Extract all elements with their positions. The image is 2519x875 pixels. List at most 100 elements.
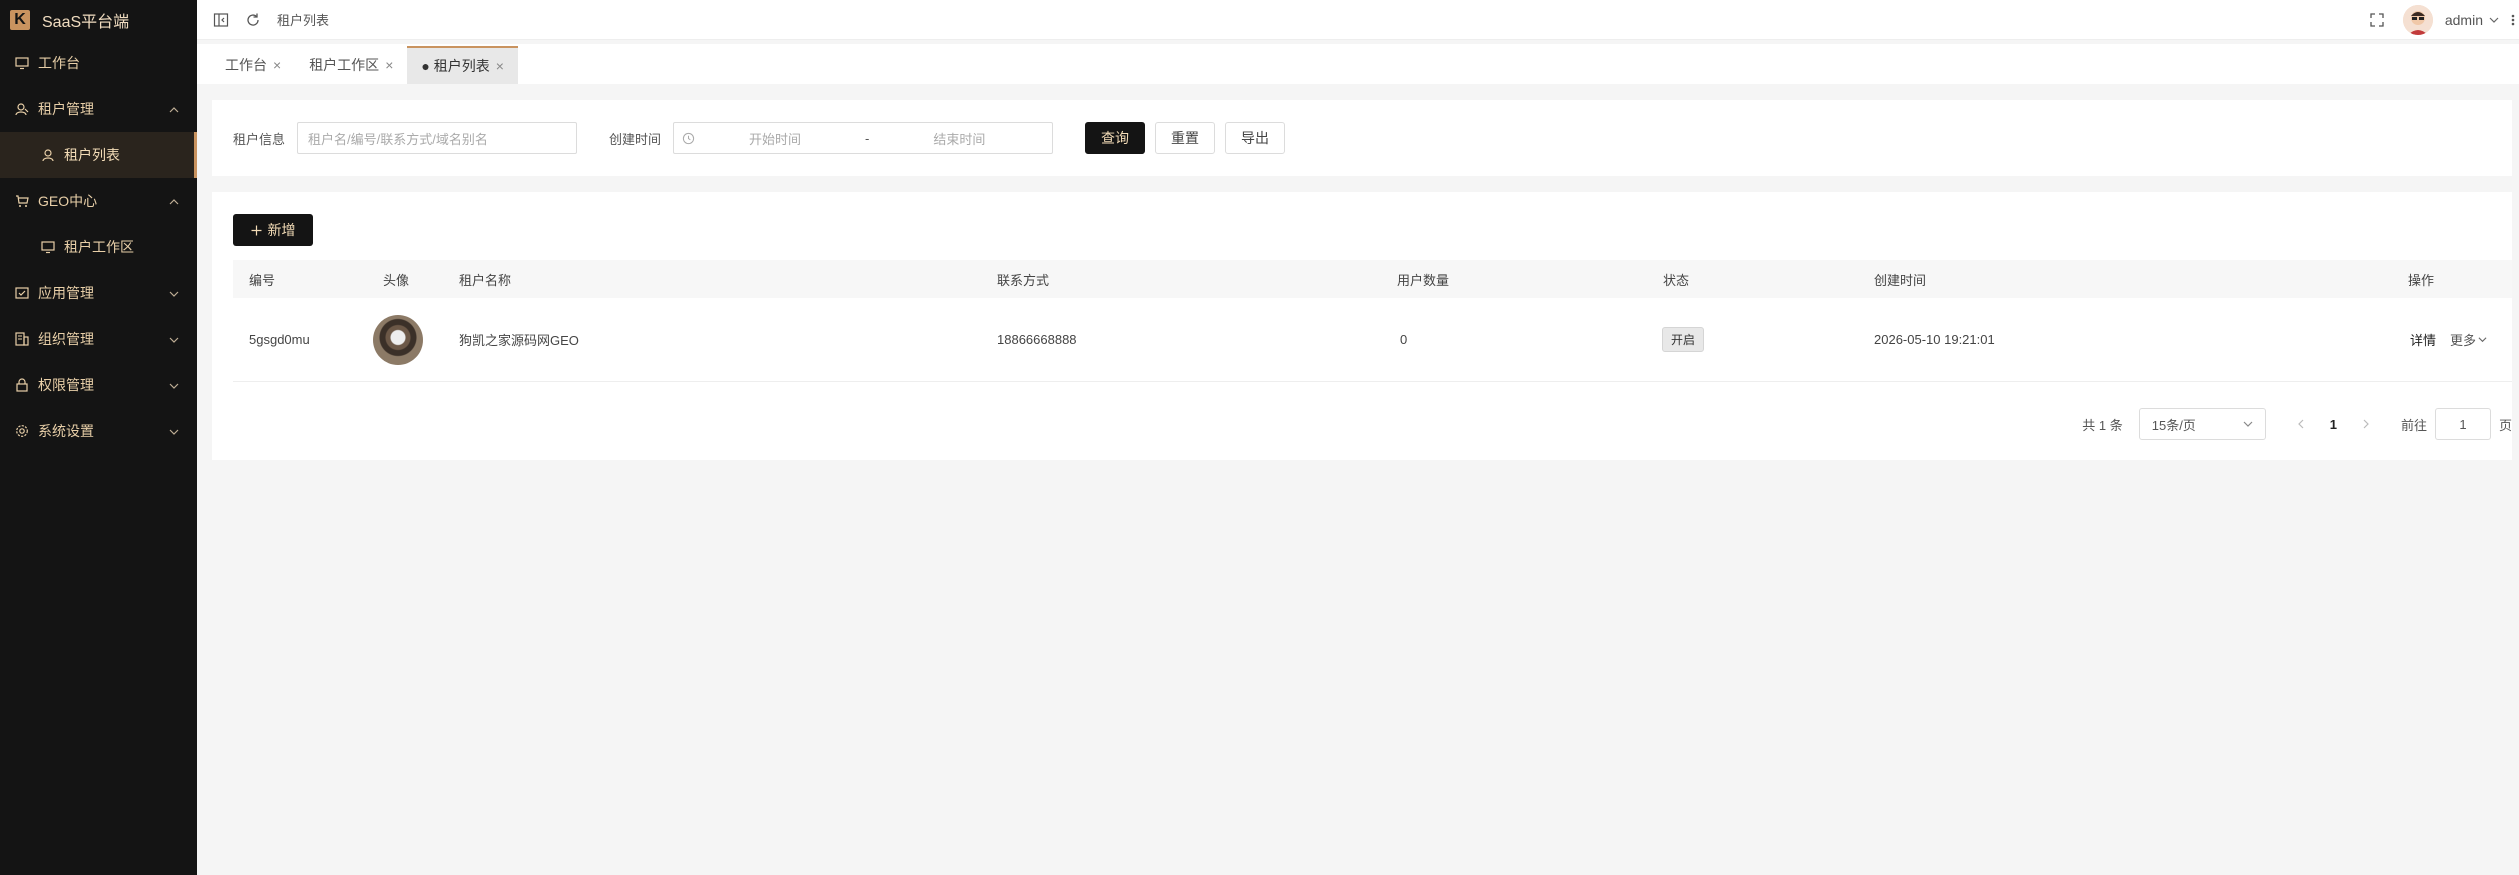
monitor-icon [40, 239, 56, 255]
close-icon[interactable]: × [385, 57, 393, 73]
sidebar-item-org-manage[interactable]: 组织管理 [0, 316, 197, 362]
tab-tenant-workspace[interactable]: 租户工作区 × [295, 46, 407, 84]
more-icon[interactable] [2507, 10, 2519, 30]
tenant-avatar-cell [373, 298, 423, 381]
sidebar-item-tenant-list[interactable]: 租户列表 [0, 132, 197, 178]
column-header: 联系方式 [997, 272, 1050, 288]
clock-icon [682, 132, 695, 145]
total-count: 共 1 条 [2082, 417, 2123, 433]
sidebar-item-permission[interactable]: 权限管理 [0, 362, 197, 408]
column-header: 租户名称 [459, 272, 512, 288]
tenant-info-label: 租户信息 [233, 131, 286, 147]
end-date-field[interactable]: 结束时间 [933, 129, 985, 148]
add-button[interactable]: 新增 [233, 214, 313, 246]
sidebar-item-label: 系统设置 [38, 423, 94, 439]
sidebar-item-label: 应用管理 [38, 285, 94, 301]
tabs-bar: 工作台 × 租户工作区 × ● 租户列表 × [197, 44, 2519, 84]
tenant-table-panel: 新增 编号 头像 租户名称 联系方式 用户数量 状态 创建时间 操作 5gsgd… [212, 192, 2512, 460]
sidebar-item-label: 工作台 [38, 55, 80, 71]
sidebar-item-label: 组织管理 [38, 331, 94, 347]
plus-icon [251, 225, 262, 236]
tenant-search-input[interactable]: 租户名/编号/联系方式/域名别名 [297, 122, 578, 154]
status-cell: 开启 [1662, 298, 1705, 381]
sidebar-item-settings[interactable]: 系统设置 [0, 408, 197, 454]
tab-workbench[interactable]: 工作台 × [211, 46, 295, 84]
page-size-value: 15条/页 [2151, 417, 2196, 433]
sidebar-item-label: GEO中心 [38, 193, 98, 209]
chevron-down-icon [169, 286, 179, 302]
monitor-icon [14, 55, 30, 71]
status-badge[interactable]: 开启 [1662, 327, 1705, 352]
sidebar-item-tenant-manage[interactable]: 租户管理 [0, 86, 197, 132]
created-time-label: 创建时间 [609, 131, 662, 147]
tenant-user-count: 0 [1400, 332, 1408, 347]
breadcrumb: 租户列表 [277, 13, 330, 28]
user-manage-icon [14, 101, 30, 117]
column-header: 操作 [2408, 272, 2435, 288]
more-label: 更多 [2450, 333, 2477, 348]
tab-tenant-list[interactable]: ● 租户列表 × [407, 46, 518, 84]
next-page-icon[interactable] [2361, 419, 2371, 429]
app-title: SaaS平台端 [42, 14, 130, 31]
sidebar-item-geo-center[interactable]: GEO中心 [0, 178, 197, 224]
tenant-name: 狗凯之家源码网GEO [459, 333, 579, 348]
chevron-down-icon [2478, 335, 2487, 344]
tab-label: 租户工作区 [309, 57, 380, 73]
column-header: 创建时间 [1874, 272, 1927, 288]
refresh-icon[interactable] [243, 10, 263, 30]
column-header: 头像 [383, 272, 410, 288]
chevron-down-icon[interactable] [2487, 10, 2501, 30]
tab-label: ● 租户列表 [421, 58, 490, 74]
tenant-avatar[interactable] [373, 314, 423, 365]
export-button[interactable]: 导出 [1225, 122, 1286, 154]
app-logo[interactable]: K SaaS平台端 [0, 0, 197, 40]
table-header: 编号 头像 租户名称 联系方式 用户数量 状态 创建时间 操作 [233, 260, 2512, 298]
sidebar-item-workbench[interactable]: 工作台 [0, 40, 197, 86]
pagination: 共 1 条 15条/页 1 前往 1 页 [2082, 408, 2512, 440]
tenant-created-time: 2026-05-10 19:21:01 [1874, 332, 1995, 347]
column-header: 用户数量 [1397, 272, 1450, 288]
date-range-picker[interactable]: 开始时间 - 结束时间 [673, 122, 1054, 154]
chevron-up-icon [169, 102, 179, 118]
search-panel: 租户信息 租户名/编号/联系方式/域名别名 创建时间 开始时间 - 结束时间 查… [212, 100, 2512, 176]
sidebar: K SaaS平台端 工作台 租户管理 租户列表 GEO中心 租户工作区 应用管理… [0, 0, 197, 875]
org-icon [14, 331, 30, 347]
more-dropdown[interactable]: 更多 [2450, 298, 2487, 381]
chevron-down-icon [169, 424, 179, 440]
chevron-down-icon [169, 332, 179, 348]
chevron-up-icon [169, 194, 179, 210]
query-button[interactable]: 查询 [1085, 122, 1146, 154]
gear-icon [14, 423, 30, 439]
range-separator: - [865, 130, 870, 146]
table-row: 5gsgd0mu 狗凯之家源码网GEO 18866668888 0 开启 202… [233, 298, 2512, 382]
input-placeholder: 租户名/编号/联系方式/域名别名 [308, 131, 488, 147]
reset-button[interactable]: 重置 [1155, 122, 1216, 154]
collapse-sidebar-icon[interactable] [211, 10, 231, 30]
cart-icon [14, 193, 30, 209]
fullscreen-icon[interactable] [2367, 10, 2387, 30]
start-date-field[interactable]: 开始时间 [749, 129, 801, 148]
lock-icon [14, 377, 30, 393]
logo-icon: K [10, 10, 30, 30]
column-header: 编号 [249, 272, 276, 288]
prev-page-icon[interactable] [2296, 419, 2306, 429]
sidebar-item-app-manage[interactable]: 应用管理 [0, 270, 197, 316]
close-icon[interactable]: × [496, 58, 504, 74]
sidebar-item-label: 权限管理 [38, 377, 94, 393]
page-number[interactable]: 1 [2330, 417, 2337, 432]
sidebar-item-tenant-workspace[interactable]: 租户工作区 [0, 224, 197, 270]
tenant-id: 5gsgd0mu [249, 332, 310, 347]
app-icon [14, 285, 30, 301]
add-button-label: 新增 [267, 222, 296, 238]
sidebar-item-label: 租户管理 [38, 101, 94, 117]
goto-value: 1 [2459, 416, 2467, 432]
avatar[interactable] [2402, 5, 2433, 35]
page-size-select[interactable]: 15条/页 [2138, 408, 2266, 440]
goto-page-input[interactable]: 1 [2434, 408, 2491, 440]
close-icon[interactable]: × [273, 57, 281, 73]
detail-link[interactable]: 详情 [2410, 298, 2436, 381]
top-header: 租户列表 admin [197, 0, 2519, 40]
chevron-down-icon [169, 378, 179, 394]
user-name[interactable]: admin [2445, 12, 2483, 28]
user-icon [40, 147, 56, 163]
